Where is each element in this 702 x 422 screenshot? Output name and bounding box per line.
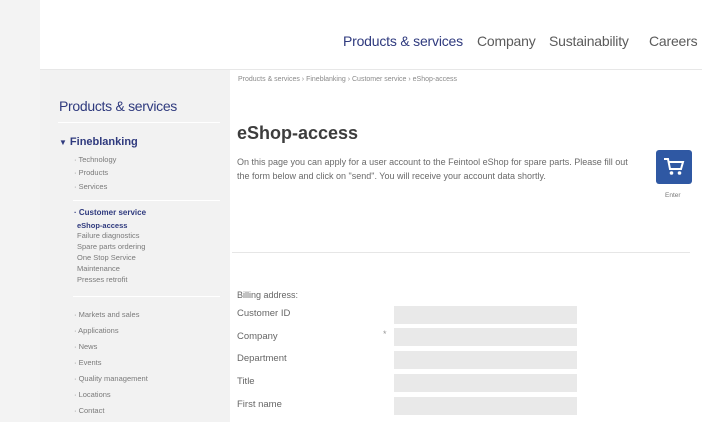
required-mark: *: [383, 329, 387, 339]
sidebar-divider: [73, 296, 220, 297]
title-label: Title: [237, 376, 255, 387]
company-label: Company: [237, 331, 278, 342]
sidebar-item-applications[interactable]: · Applications: [74, 326, 119, 335]
window-left-margin: [0, 0, 40, 422]
sidebar-item-events[interactable]: · Events: [74, 358, 102, 367]
sidebar-item-products[interactable]: · Products: [74, 168, 108, 177]
first-name-field[interactable]: [394, 397, 577, 415]
nav-sustainability[interactable]: Sustainability: [549, 33, 629, 49]
sidebar: Products & services ▼ Fineblanking · Tech…: [40, 70, 230, 422]
company-field[interactable]: [394, 328, 577, 346]
first-name-label: First name: [237, 399, 282, 410]
eshop-enter-button[interactable]: [656, 150, 692, 184]
billing-section-label: Billing address:: [237, 290, 299, 300]
sidebar-divider: [73, 200, 220, 201]
sidebar-item-quality-management[interactable]: · Quality management: [74, 374, 148, 383]
sidebar-item-eshop-access[interactable]: eShop-access: [77, 221, 127, 230]
shopping-cart-icon: [664, 158, 685, 175]
sidebar-title-rule: [58, 122, 220, 123]
nav-products-services[interactable]: Products & services: [343, 33, 463, 49]
sidebar-item-one-stop-service[interactable]: One Stop Service: [77, 253, 136, 262]
intro-text: On this page you can apply for a user ac…: [237, 157, 628, 181]
sidebar-item-technology[interactable]: · Technology: [74, 155, 116, 164]
nav-company[interactable]: Company: [477, 33, 536, 49]
page-title: eShop-access: [237, 123, 359, 143]
sidebar-item-markets-sales[interactable]: · Markets and sales: [74, 310, 139, 319]
title-field[interactable]: [394, 374, 577, 392]
breadcrumb[interactable]: Products & services › Fineblanking › Cus…: [238, 76, 457, 83]
sidebar-title: Products & services: [59, 98, 178, 114]
sidebar-item-locations[interactable]: · Locations: [74, 390, 111, 399]
sidebar-item-failure-diagnostics[interactable]: Failure diagnostics: [77, 231, 140, 240]
chevron-down-icon: ▼: [59, 138, 67, 147]
sidebar-item-fineblanking[interactable]: ▼ Fineblanking: [59, 136, 138, 148]
sidebar-item-maintenance[interactable]: Maintenance: [77, 264, 120, 273]
sidebar-item-services[interactable]: · Services: [74, 182, 107, 191]
department-field[interactable]: [394, 351, 577, 369]
nav-careers[interactable]: Careers: [649, 33, 698, 49]
sidebar-item-presses-retrofit[interactable]: Presses retrofit: [77, 275, 127, 284]
sidebar-item-spare-parts[interactable]: Spare parts ordering: [77, 242, 145, 251]
sidebar-item-label: Fineblanking: [69, 136, 138, 148]
department-label: Department: [237, 353, 287, 364]
cart-label[interactable]: Enter: [665, 192, 681, 199]
sidebar-item-contact[interactable]: · Contact: [74, 406, 104, 415]
top-navigation: Products & services Company Sustainabili…: [40, 0, 702, 76]
customer-id-field[interactable]: [394, 306, 577, 324]
customer-id-label: Customer ID: [237, 308, 291, 319]
sidebar-item-news[interactable]: · News: [74, 342, 97, 351]
sidebar-item-customer-service[interactable]: · Customer service: [74, 208, 146, 217]
content-divider: [232, 252, 690, 253]
